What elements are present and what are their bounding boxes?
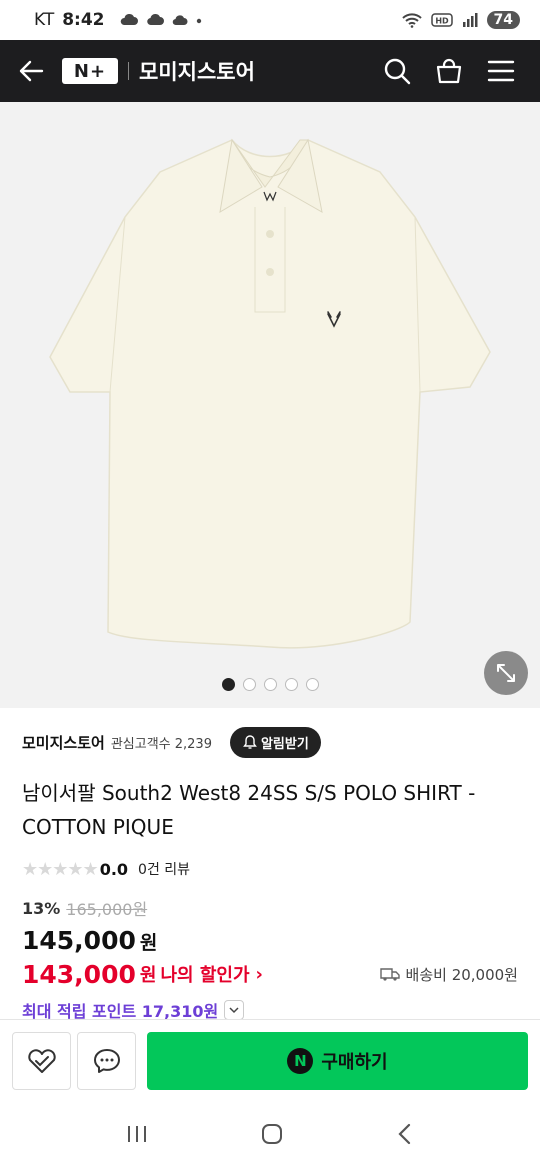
battery-indicator: 74	[486, 11, 520, 29]
discount-percent: 13%	[22, 898, 61, 918]
my-price: 143,000	[22, 959, 136, 989]
points-expand-button[interactable]	[224, 1000, 245, 1020]
chat-cloud-icon	[146, 13, 164, 26]
cloud-icon	[120, 13, 138, 25]
store-row: 모미지스토어 관심고객수 2,239 알림받기	[22, 708, 518, 776]
system-back-button[interactable]	[395, 1122, 415, 1150]
my-price-unit: 원	[139, 965, 157, 986]
expand-icon	[497, 664, 515, 682]
price-row: 145,000 원	[22, 926, 518, 955]
product-title: 남이서팔 South2 West8 24SS S/S POLO SHIRT - …	[22, 781, 476, 839]
shopping-bag-icon	[436, 58, 462, 84]
app-header: N+ 모미지스토어	[0, 40, 540, 102]
product-image-gallery[interactable]	[0, 102, 540, 708]
fan-count: 관심고객수 2,239	[110, 736, 212, 752]
signal-icon	[462, 13, 478, 27]
carousel-dot[interactable]	[242, 678, 256, 691]
review-count: 0건 리뷰	[138, 862, 191, 878]
discount-row: 13% 165,000원	[22, 896, 518, 920]
recent-apps-button[interactable]	[125, 1123, 149, 1149]
buy-button[interactable]: N 구매하기	[147, 1031, 528, 1090]
svg-text:HD: HD	[435, 17, 449, 26]
polo-shirt-image	[49, 138, 491, 649]
talk-button[interactable]	[77, 1031, 136, 1090]
carousel-dots	[0, 678, 540, 691]
shipping-fee: 배송비 20,000원	[405, 965, 518, 984]
product-info: 모미지스토어 관심고객수 2,239 알림받기 남이서팔 South2 West…	[0, 708, 540, 1023]
wifi-icon	[401, 13, 422, 28]
carousel-dot[interactable]	[284, 678, 298, 691]
home-icon	[261, 1123, 282, 1144]
zoom-button[interactable]	[484, 651, 528, 695]
wishlist-button[interactable]	[12, 1031, 71, 1090]
status-bar: KT 8:42 HD 74	[0, 0, 540, 40]
brand-logo[interactable]: N+ 모미지스토어	[62, 56, 255, 86]
system-nav-bar	[0, 1101, 540, 1170]
buy-label: 구매하기	[321, 1051, 388, 1073]
recent-apps-icon	[128, 1125, 147, 1142]
original-price: 165,000원	[66, 900, 148, 919]
carousel-dot[interactable]	[263, 678, 277, 691]
back-button[interactable]	[0, 40, 62, 102]
home-button[interactable]	[260, 1122, 284, 1150]
chat-bubble-icon	[93, 1048, 120, 1073]
heart-check-icon	[27, 1048, 56, 1073]
carrier-label: KT	[34, 10, 55, 30]
naver-pay-icon: N	[287, 1047, 314, 1074]
sale-price-unit: 원	[139, 932, 158, 954]
rating-row[interactable]: ★★★★★ 0.0 0건 리뷰	[22, 854, 518, 884]
sale-price: 145,000	[22, 926, 136, 955]
rating-value: 0.0	[99, 859, 129, 879]
my-price-link[interactable]: 나의 할인가	[160, 961, 249, 987]
nplus-logo: N+	[62, 58, 118, 84]
header-divider	[128, 62, 129, 80]
carousel-dot[interactable]	[221, 678, 235, 691]
alarm-button[interactable]: 알림받기	[229, 726, 321, 758]
truck-icon	[379, 968, 400, 981]
chevron-right-icon[interactable]: ›	[256, 964, 263, 985]
star-rating-icon: ★★★★★	[22, 858, 99, 880]
purchase-bar: N 구매하기	[0, 1019, 540, 1101]
search-icon	[384, 58, 411, 85]
hamburger-icon	[487, 60, 515, 82]
store-link[interactable]: 모미지스토어	[22, 732, 105, 753]
bell-plus-icon	[243, 735, 257, 749]
back-chevron-icon	[398, 1123, 410, 1144]
cart-button[interactable]	[432, 54, 466, 88]
arrow-left-icon	[19, 60, 44, 82]
header-store-name: 모미지스토어	[139, 60, 255, 84]
clock: 8:42	[62, 10, 105, 30]
shipping-info: 배송비 20,000원	[379, 964, 518, 985]
notification-icons	[119, 13, 203, 27]
alarm-label: 알림받기	[260, 736, 309, 752]
more-dot-icon	[196, 18, 201, 24]
chevron-down-icon	[229, 1007, 239, 1014]
carousel-dot[interactable]	[305, 678, 319, 691]
cloud-small-icon	[172, 15, 188, 26]
my-price-row: 143,000 원 나의 할인가 › 배송비 20,000원	[22, 957, 518, 991]
hd-icon: HD	[430, 13, 453, 27]
menu-button[interactable]	[484, 54, 518, 88]
search-button[interactable]	[380, 54, 414, 88]
